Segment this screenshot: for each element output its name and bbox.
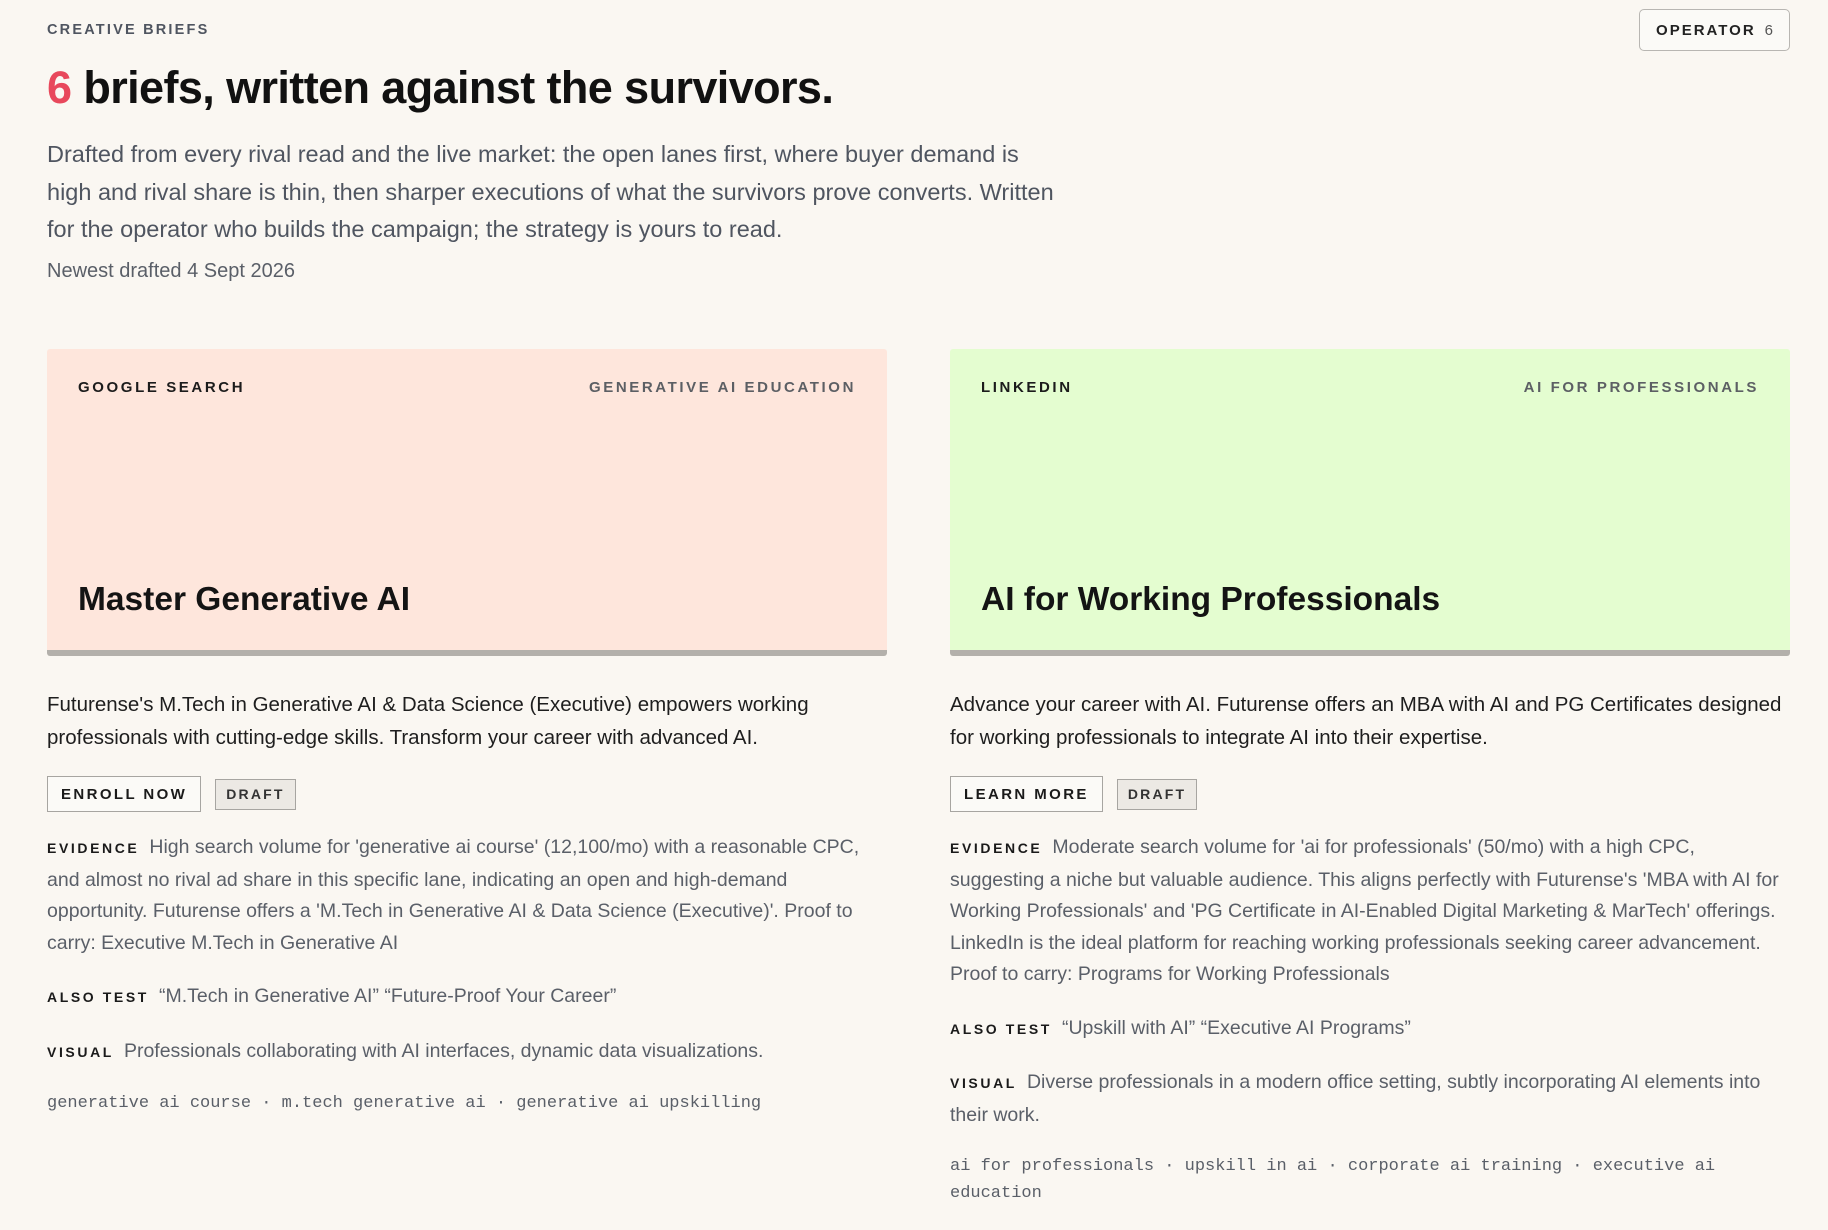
drafted-date: Newest drafted 4 Sept 2026 [47,260,295,282]
brief-card-google-search: GOOGLE SEARCH GENERATIVE AI EDUCATION Ma… [47,349,887,1117]
page-description: Drafted from every rival read and the li… [47,141,1054,242]
also-test-text: “M.Tech in Generative AI” “Future-Proof … [158,985,617,1007]
also-test-section: ALSO TEST “Upskill with AI” “Executive AI… [950,1013,1790,1046]
ad-preview: GOOGLE SEARCH GENERATIVE AI EDUCATION Ma… [47,349,887,656]
also-test-label: ALSO TEST [47,989,149,1005]
visual-label: VISUAL [950,1075,1017,1091]
status-badge: DRAFT [1116,778,1198,810]
page-title: 6 briefs, written against the survivors. [47,62,834,114]
evidence-section: EVIDENCE Moderate search volume for 'ai f… [950,832,1790,991]
evidence-section: EVIDENCE High search volume for 'generati… [47,832,887,959]
ad-body-copy: Advance your career with AI. Futurense o… [950,693,1782,749]
platform-label: LINKEDIN [981,379,1073,396]
also-test-section: ALSO TEST “M.Tech in Generative AI” “Futu… [47,981,887,1014]
evidence-label: EVIDENCE [47,840,140,856]
status-badge: DRAFT [215,778,296,810]
vertical-label: AI FOR PROFESSIONALS [1523,379,1759,396]
evidence-text: High search volume for 'generative ai co… [47,836,860,954]
ad-headline: Master Generative AI [78,581,411,618]
ad-preview: LINKEDIN AI FOR PROFESSIONALS AI for Wor… [950,349,1790,656]
operator-count: 6 [1764,21,1773,39]
headline-text: briefs, written against the survivors. [71,62,834,113]
also-test-text: “Upskill with AI” “Executive AI Programs… [1061,1016,1411,1039]
brief-card-linkedin: LINKEDIN AI FOR PROFESSIONALS AI for Wor… [950,349,1790,1207]
evidence-text: Moderate search volume for 'ai for profe… [950,836,1779,985]
operator-button[interactable]: OPERATOR 6 [1639,9,1790,51]
headline-count: 6 [47,62,72,113]
visual-section: VISUAL Diverse professionals in a modern … [950,1067,1790,1131]
vertical-label: GENERATIVE AI EDUCATION [588,379,856,396]
learn-more-button[interactable]: LEARN MORE [950,776,1103,812]
visual-section: VISUAL Professionals collaborating with A… [47,1036,887,1069]
visual-label: VISUAL [47,1043,114,1060]
evidence-label: EVIDENCE [950,840,1043,856]
platform-label: GOOGLE SEARCH [78,379,246,396]
keyword-list: generative ai course · m.tech generative… [47,1094,762,1113]
visual-text: Diverse professionals in a modern office… [950,1071,1761,1126]
enroll-now-button[interactable]: ENROLL NOW [47,776,202,812]
visual-text: Professionals collaborating with AI inte… [123,1039,764,1062]
brief-actions: LEARN MORE DRAFT [950,776,1790,812]
brief-actions: ENROLL NOW DRAFT [47,776,887,812]
ad-headline: AI for Working Professionals [981,581,1441,618]
ad-body-copy: Futurense's M.Tech in Generative AI & Da… [47,693,809,749]
also-test-label: ALSO TEST [950,1020,1052,1037]
keyword-list: ai for professionals · upskill in ai · c… [950,1157,1716,1203]
operator-label: OPERATOR [1656,21,1756,39]
section-eyebrow: CREATIVE BRIEFS [47,22,210,38]
